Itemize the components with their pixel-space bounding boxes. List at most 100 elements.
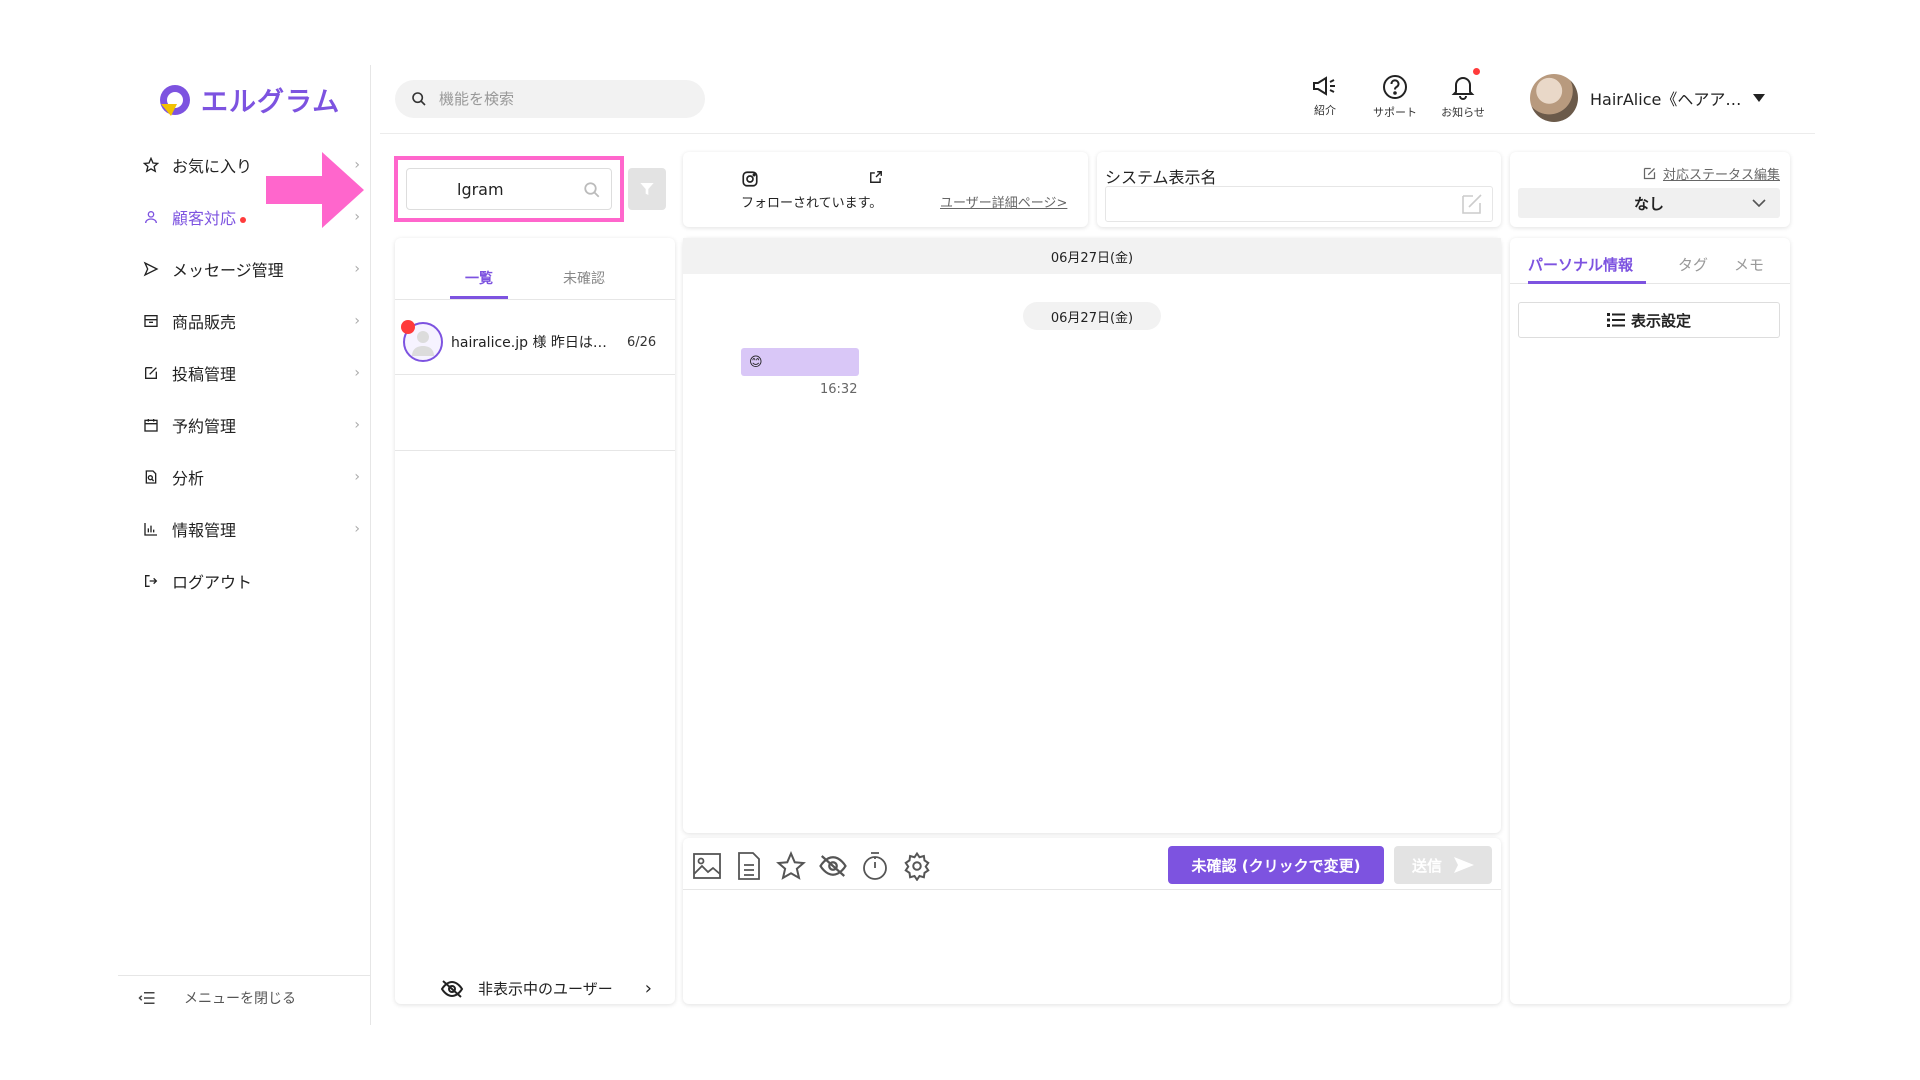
sidebar-item-label: メッセージ管理 bbox=[172, 261, 284, 280]
edit-icon[interactable] bbox=[1460, 193, 1484, 215]
gear-icon[interactable] bbox=[901, 850, 933, 882]
tab-memo[interactable]: メモ bbox=[1734, 254, 1764, 275]
list-search-highlight bbox=[394, 156, 624, 222]
status-card: 対応ステータス編集 なし bbox=[1510, 152, 1790, 227]
sidebar-item-messages[interactable]: メッセージ管理 › bbox=[140, 251, 360, 287]
filter-icon bbox=[639, 181, 655, 197]
chevron-right-icon: › bbox=[354, 313, 360, 329]
avatar bbox=[1530, 74, 1578, 122]
system-name-card: システム表示名 bbox=[1097, 152, 1501, 227]
collapse-menu-icon bbox=[138, 990, 156, 1006]
chat-date-header: 06月27日(金) bbox=[683, 238, 1501, 274]
system-name-field[interactable] bbox=[1105, 186, 1493, 222]
system-name-label: システム表示名 bbox=[1105, 168, 1217, 187]
megaphone-icon bbox=[1312, 74, 1338, 98]
notification-dot bbox=[240, 216, 247, 223]
sidebar-item-label: 分析 bbox=[172, 469, 205, 488]
user-name: HairAlice《ヘアア… bbox=[1590, 90, 1742, 109]
filter-button[interactable] bbox=[628, 168, 666, 210]
bell-icon bbox=[1450, 68, 1480, 100]
notifications-button[interactable]: お知らせ bbox=[1433, 68, 1493, 120]
eye-off-icon[interactable] bbox=[817, 850, 849, 882]
display-settings-label: 表示設定 bbox=[1630, 311, 1691, 330]
sidebar-item-logout[interactable]: ログアウト bbox=[140, 563, 360, 599]
send-button[interactable]: 送信 bbox=[1394, 846, 1492, 884]
user-menu[interactable]: HairAlice《ヘアア… bbox=[1530, 74, 1766, 122]
logo-icon bbox=[157, 82, 193, 118]
notifications-label: お知らせ bbox=[1441, 106, 1485, 119]
follow-status: フォローされています。 bbox=[741, 196, 883, 211]
notification-dot bbox=[1473, 68, 1480, 75]
sidebar-item-sales[interactable]: 商品販売 › bbox=[140, 303, 360, 339]
send-icon bbox=[140, 261, 162, 277]
chat-date-pill: 06月27日(金) bbox=[1023, 302, 1161, 330]
list-tabs: 一覧 未確認 bbox=[395, 238, 675, 300]
message-input[interactable] bbox=[691, 898, 1491, 994]
sidebar-item-info[interactable]: 情報管理 › bbox=[140, 511, 360, 547]
logo-text: エルグラム bbox=[201, 87, 341, 118]
status-edit-link[interactable]: 対応ステータス編集 bbox=[1642, 164, 1780, 183]
avatar bbox=[401, 320, 443, 362]
header-divider bbox=[380, 133, 1815, 134]
sidebar-item-label: 予約管理 bbox=[172, 417, 237, 436]
image-icon[interactable] bbox=[691, 850, 723, 882]
tab-tags[interactable]: タグ bbox=[1678, 254, 1708, 275]
sidebar-item-analysis[interactable]: 分析 › bbox=[140, 459, 360, 495]
unconfirmed-status-button[interactable]: 未確認 (クリックで変更) bbox=[1168, 846, 1384, 884]
hidden-users-label: 非表示中のユーザー bbox=[478, 980, 613, 998]
sidebar-footer-divider bbox=[118, 975, 370, 976]
tab-all[interactable]: 一覧 bbox=[465, 268, 493, 288]
close-menu-label: メニューを閉じる bbox=[184, 991, 296, 1007]
intro-button[interactable]: 紹介 bbox=[1295, 74, 1355, 118]
tab-underline bbox=[1528, 281, 1646, 284]
sidebar-item-label: 情報管理 bbox=[172, 521, 237, 540]
external-link-icon[interactable] bbox=[869, 170, 883, 184]
search-icon[interactable] bbox=[583, 181, 601, 199]
chevron-right-icon: › bbox=[354, 521, 360, 537]
user-detail-link[interactable]: ユーザー詳細ページ> bbox=[940, 192, 1067, 211]
unread-dot bbox=[401, 320, 415, 334]
store-icon bbox=[140, 313, 162, 329]
sidebar-item-reservations[interactable]: 予約管理 › bbox=[140, 407, 360, 443]
chevron-right-icon: › bbox=[354, 365, 360, 381]
info-panel: パーソナル情報 タグ メモ 表示設定 bbox=[1510, 238, 1790, 1004]
chevron-right-icon: › bbox=[354, 261, 360, 277]
timer-icon[interactable] bbox=[859, 850, 891, 882]
global-search[interactable] bbox=[395, 80, 705, 118]
tab-unconfirmed[interactable]: 未確認 bbox=[563, 268, 605, 288]
close-menu-button[interactable]: メニューを閉じる bbox=[138, 988, 296, 1008]
help-icon bbox=[1382, 74, 1408, 100]
sidebar-item-label: 顧客対応 bbox=[172, 209, 237, 228]
send-icon bbox=[1454, 857, 1474, 873]
calendar-icon bbox=[140, 417, 162, 433]
list-search-box[interactable] bbox=[406, 168, 612, 210]
support-label: サポート bbox=[1373, 106, 1417, 119]
app-logo[interactable]: エルグラム bbox=[157, 80, 340, 119]
send-label: 送信 bbox=[1411, 856, 1442, 875]
list-divider bbox=[395, 450, 675, 451]
star-icon bbox=[140, 157, 162, 173]
status-select[interactable]: なし bbox=[1518, 188, 1780, 218]
chart-icon bbox=[140, 521, 162, 537]
eye-off-icon bbox=[440, 979, 464, 999]
instagram-icon[interactable] bbox=[741, 170, 759, 188]
display-settings-button[interactable]: 表示設定 bbox=[1518, 302, 1780, 338]
instagram-user-card: フォローされています。 ユーザー詳細ページ> bbox=[683, 152, 1088, 227]
hidden-users-button[interactable]: 非表示中のユーザー › bbox=[440, 978, 652, 999]
sidebar-item-label: 投稿管理 bbox=[172, 365, 237, 384]
document-icon[interactable] bbox=[733, 850, 765, 882]
tab-personal-info[interactable]: パーソナル情報 bbox=[1528, 254, 1633, 275]
user-icon bbox=[140, 209, 162, 225]
list-icon bbox=[1606, 312, 1625, 328]
message-bubble[interactable]: 😊 bbox=[741, 348, 859, 376]
chevron-right-icon: › bbox=[354, 469, 360, 485]
star-icon[interactable] bbox=[775, 850, 807, 882]
global-search-input[interactable] bbox=[439, 90, 669, 108]
support-button[interactable]: サポート bbox=[1365, 74, 1425, 120]
sidebar-item-posts[interactable]: 投稿管理 › bbox=[140, 355, 360, 391]
status-value: なし bbox=[1633, 194, 1664, 213]
tabs-divider bbox=[395, 299, 675, 300]
list-item[interactable]: hairalice.jp 様 昨日は… 6/26 bbox=[395, 310, 675, 374]
conversation-date: 6/26 bbox=[627, 334, 657, 350]
chevron-down-icon bbox=[1752, 199, 1766, 207]
